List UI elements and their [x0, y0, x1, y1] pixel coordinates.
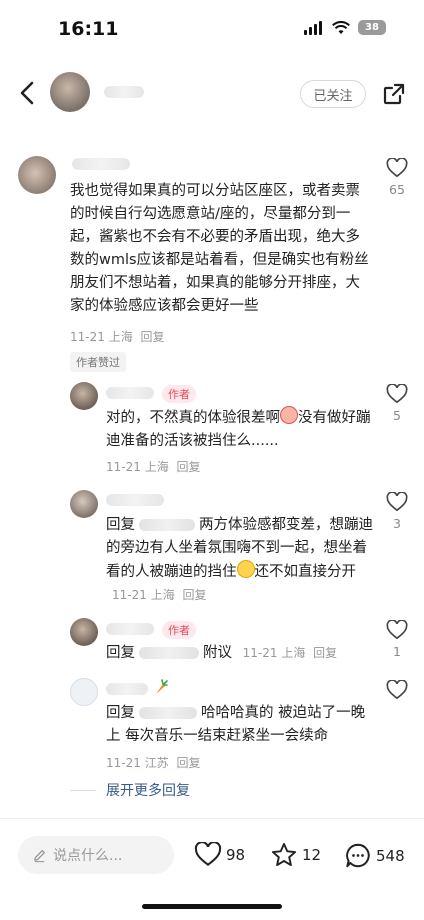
reply-text: 对的，不然真的体验很差啊 没有做好蹦迪准备的活该被挡住么...... [106, 406, 376, 453]
favorite-total: 12 [302, 846, 322, 864]
like-count: 5 [393, 408, 401, 423]
comment-button[interactable]: 548 [344, 842, 405, 869]
reply-avatar[interactable] [70, 490, 98, 518]
like-count: 1 [393, 644, 401, 659]
signal-icon [304, 20, 322, 35]
main-comment-text: 我也觉得如果真的可以分站区座区，或者卖票的时候自行勾选愿意站/座的，尽量都分到一… [70, 183, 369, 314]
share-icon[interactable] [382, 82, 406, 106]
like-count: 65 [389, 182, 405, 197]
battery-indicator: 38 [358, 20, 386, 35]
heart-icon[interactable] [386, 157, 408, 178]
like-count: 3 [393, 516, 401, 531]
like-button[interactable]: 98 [194, 842, 245, 867]
reply-text: 回复 两方体验感都变差，想蹦迪的旁边有人坐着氛围嗨不到一起，想坐着看的人被蹦迪的挡… [106, 514, 378, 607]
heart-icon[interactable] [386, 679, 408, 700]
reply-link[interactable]: 回复 [177, 460, 201, 474]
reply-link[interactable]: 回复 [183, 588, 207, 602]
carrot-icon [156, 679, 168, 694]
reply-date: 11-21 [106, 756, 141, 770]
reply-author-blurred[interactable] [106, 387, 154, 399]
comment-input-placeholder: 说点什么... [53, 848, 123, 864]
reply-location: 上海 [150, 588, 175, 602]
status-icons: 38 [304, 20, 386, 35]
comment-location: 上海 [108, 330, 133, 344]
mention-blurred[interactable] [139, 707, 197, 719]
reply-link[interactable]: 回复 [141, 330, 165, 344]
author-tag: 作者 [162, 385, 196, 403]
mention-blurred[interactable] [139, 519, 195, 531]
heart-icon[interactable] [386, 491, 408, 512]
status-time: 16:11 [58, 18, 119, 40]
reply-text: 回复 哈哈哈真的 被迫站了一晚上 每次音乐一结束赶紧坐一会续命 [106, 702, 378, 748]
star-icon [271, 843, 297, 867]
comment-date: 11-21 [70, 330, 105, 344]
reply-author-blurred[interactable] [106, 494, 164, 506]
reply-avatar[interactable] [70, 618, 98, 646]
reply-location: 上海 [144, 460, 169, 474]
follow-button[interactable]: 已关注 [300, 80, 366, 108]
reply-meta: 11-21 上海 回复 [112, 588, 207, 602]
main-like-column[interactable]: 65 [385, 157, 409, 197]
reply-date: 11-21 [112, 588, 147, 602]
reply-location: 江苏 [144, 756, 169, 770]
author-name-blurred[interactable] [104, 86, 144, 98]
author-approved-badge: 作者赞过 [70, 352, 126, 372]
favorite-button[interactable]: 12 [270, 842, 321, 868]
reply-avatar[interactable] [70, 678, 98, 706]
laughing-emoji-icon [236, 560, 255, 578]
reply-link[interactable]: 回复 [177, 756, 201, 770]
back-icon[interactable] [16, 80, 40, 106]
reply-meta: 11-21 上海 回复 [106, 458, 201, 475]
heart-icon[interactable] [386, 619, 408, 640]
reply-avatar[interactable] [70, 382, 98, 410]
reply-date: 11-21 [242, 646, 278, 660]
main-comment-meta: 11-21 上海 回复 [70, 328, 165, 345]
reply-author-blurred[interactable] [106, 683, 148, 695]
like-total: 98 [226, 845, 246, 864]
reply-like-column[interactable]: 5 [385, 383, 409, 423]
heart-icon[interactable] [386, 383, 408, 404]
expand-divider [70, 790, 96, 791]
heart-icon [194, 842, 222, 867]
pencil-icon [34, 849, 46, 862]
reply-like-column[interactable]: 3 [385, 491, 409, 531]
reply-text-part: 对的，不然真的体验很差啊 [106, 410, 280, 426]
reply-like-column[interactable]: 1 [385, 619, 409, 659]
crying-emoji-icon [280, 406, 298, 424]
reply-text-part: 附议 [203, 645, 232, 661]
reply-location: 上海 [281, 646, 306, 660]
author-avatar[interactable] [50, 72, 90, 112]
mention-blurred[interactable] [139, 647, 199, 659]
home-indicator [142, 904, 282, 909]
wifi-icon [332, 20, 350, 34]
expand-more-replies-link[interactable]: 展开更多回复 [106, 780, 190, 800]
commenter-name-blurred[interactable] [72, 158, 130, 170]
reply-meta: 11-21 江苏 回复 [106, 754, 201, 771]
reply-prefix: 回复 [106, 645, 135, 661]
reply-link[interactable]: 回复 [313, 646, 337, 660]
reply-meta: 11-21 上海 回复 [243, 646, 338, 660]
reply-author-blurred[interactable] [106, 623, 154, 635]
author-tag: 作者 [162, 621, 196, 639]
comment-total: 548 [376, 846, 405, 865]
bottom-bar-divider [0, 818, 424, 819]
commenter-avatar[interactable] [18, 156, 56, 194]
comment-bubble-icon [346, 843, 370, 868]
reply-prefix: 回复 [106, 705, 135, 721]
comment-input[interactable]: 说点什么... [18, 836, 174, 874]
reply-like-column[interactable] [385, 679, 409, 704]
reply-text: 回复 附议 11-21 上海 回复 [106, 642, 378, 665]
reply-text-part: 还不如直接分开 [254, 564, 357, 580]
reply-date: 11-21 [106, 460, 141, 474]
reply-prefix: 回复 [106, 517, 135, 533]
